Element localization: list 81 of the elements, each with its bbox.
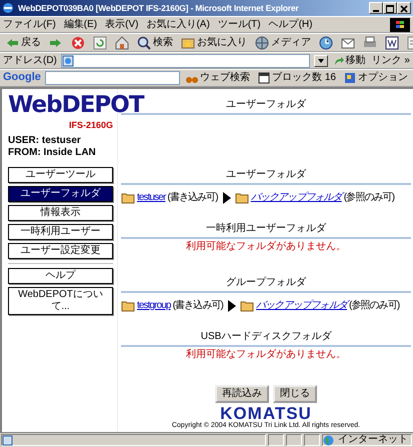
menu-item[interactable]: ファイル(F) bbox=[3, 18, 56, 30]
nav-button[interactable]: ユーザー設定変更 bbox=[8, 242, 113, 259]
window-icon bbox=[258, 72, 270, 84]
section-heading: USBハードディスクフォルダ bbox=[121, 331, 411, 347]
mail-icon bbox=[341, 36, 355, 50]
section-heading: ユーザーフォルダ bbox=[121, 169, 411, 185]
windows-logo-icon bbox=[390, 18, 410, 32]
minimize-icon bbox=[373, 10, 379, 12]
toolbar-button[interactable]: メディア bbox=[253, 34, 313, 50]
history-icon bbox=[319, 36, 333, 50]
from-label: FROM: Inside LAN bbox=[8, 146, 97, 159]
printer-icon bbox=[363, 36, 377, 50]
folder-link[interactable]: testgroup bbox=[137, 300, 171, 312]
menu-item[interactable]: 表示(V) bbox=[105, 18, 138, 30]
folder-icon bbox=[234, 191, 249, 205]
webdepot-logo: WebDEPOT bbox=[8, 91, 146, 120]
empty-message: 利用可能なフォルダがありません。 bbox=[185, 241, 347, 253]
address-field[interactable] bbox=[60, 54, 310, 68]
backup-folder-link[interactable]: バックアップフォルダ bbox=[256, 300, 347, 312]
nav-button[interactable]: WebDEPOTについて... bbox=[8, 286, 113, 315]
nav-button[interactable]: ヘルプ bbox=[8, 268, 113, 284]
menu-item[interactable]: ツール(T) bbox=[218, 18, 261, 30]
toolbar-button[interactable]: 検索 bbox=[135, 34, 175, 50]
folder-link[interactable]: testuser bbox=[137, 192, 166, 204]
minimize-button[interactable] bbox=[369, 2, 383, 14]
maximize-icon bbox=[386, 4, 394, 13]
folder-icon bbox=[121, 299, 135, 313]
komatsu-logo: KOMATSU bbox=[220, 404, 312, 422]
page-button[interactable]: 再読込み bbox=[215, 385, 269, 403]
nav-button[interactable]: 情報表示 bbox=[8, 204, 113, 221]
page-icon bbox=[62, 54, 74, 66]
links-label[interactable]: リンク » bbox=[372, 54, 410, 66]
nav-button[interactable]: 一時利用ユーザー bbox=[8, 224, 113, 240]
toolbar-button[interactable] bbox=[317, 34, 335, 50]
refresh-icon bbox=[93, 36, 107, 50]
toolbar-button[interactable]: お気に入り bbox=[179, 34, 249, 50]
maximize-button[interactable] bbox=[383, 2, 397, 14]
arrow-right-icon bbox=[222, 192, 232, 204]
media-globe-icon bbox=[255, 36, 269, 50]
options-button[interactable]: オプション bbox=[342, 70, 410, 86]
document-icon bbox=[385, 36, 399, 50]
home-icon bbox=[115, 36, 129, 50]
folder-icon bbox=[121, 191, 135, 205]
search-icon bbox=[137, 36, 151, 50]
menu-item[interactable]: 編集(E) bbox=[64, 18, 98, 30]
section-heading: グループフォルダ bbox=[121, 277, 411, 293]
go-button[interactable]: 移動 bbox=[332, 53, 368, 68]
nav-button[interactable]: ユーザーツール bbox=[8, 166, 113, 183]
permission-note: (書き込み可) bbox=[172, 300, 223, 312]
page-icon bbox=[2, 434, 13, 446]
nav-button[interactable]: ユーザーフォルダ bbox=[8, 186, 113, 202]
permission-note: (書き込み可) bbox=[167, 192, 218, 204]
arrow-right-icon bbox=[226, 300, 237, 312]
toolbar-button[interactable] bbox=[383, 34, 401, 50]
toolbar-button[interactable]: 戻る bbox=[3, 34, 43, 50]
folder-icon bbox=[240, 299, 254, 313]
stop-icon bbox=[71, 36, 85, 50]
google-search-field[interactable] bbox=[44, 71, 180, 85]
close-icon bbox=[400, 4, 408, 13]
dropdown-button[interactable] bbox=[314, 54, 328, 66]
go-arrow-icon bbox=[334, 56, 344, 66]
menu-item[interactable]: ヘルプ(H) bbox=[268, 18, 312, 30]
popup-blocker-button[interactable]: ブロック数 16 bbox=[256, 70, 338, 86]
zone-label: インターネット bbox=[338, 434, 408, 446]
permission-note: (参照のみ可) bbox=[344, 192, 394, 204]
page-button[interactable]: 閉じる bbox=[273, 385, 317, 403]
empty-message: 利用可能なフォルダがありません。 bbox=[185, 349, 347, 361]
permission-note: (参照のみ可) bbox=[349, 300, 400, 312]
google-logo[interactable]: Google bbox=[3, 71, 41, 85]
section-heading: 一時利用ユーザーフォルダ bbox=[121, 223, 411, 239]
address-label: アドレス(D) bbox=[3, 54, 57, 66]
options-icon bbox=[344, 72, 356, 84]
backup-folder-link[interactable]: バックアップフォルダ bbox=[250, 192, 342, 204]
window-title: WebDEPOT039BA0 [WebDEPOT IFS-2160G] - Microsoft Internet Explorer bbox=[18, 2, 300, 14]
globe-icon bbox=[323, 434, 334, 446]
caret-icon bbox=[316, 57, 325, 66]
web-search-button[interactable]: ウェブ検索 bbox=[184, 70, 252, 86]
user-label: USER: testuser bbox=[8, 134, 82, 147]
close-button[interactable] bbox=[397, 2, 411, 14]
model-label: IFS-2160G bbox=[68, 120, 113, 131]
menu-item[interactable]: お気に入り(A) bbox=[146, 18, 210, 30]
